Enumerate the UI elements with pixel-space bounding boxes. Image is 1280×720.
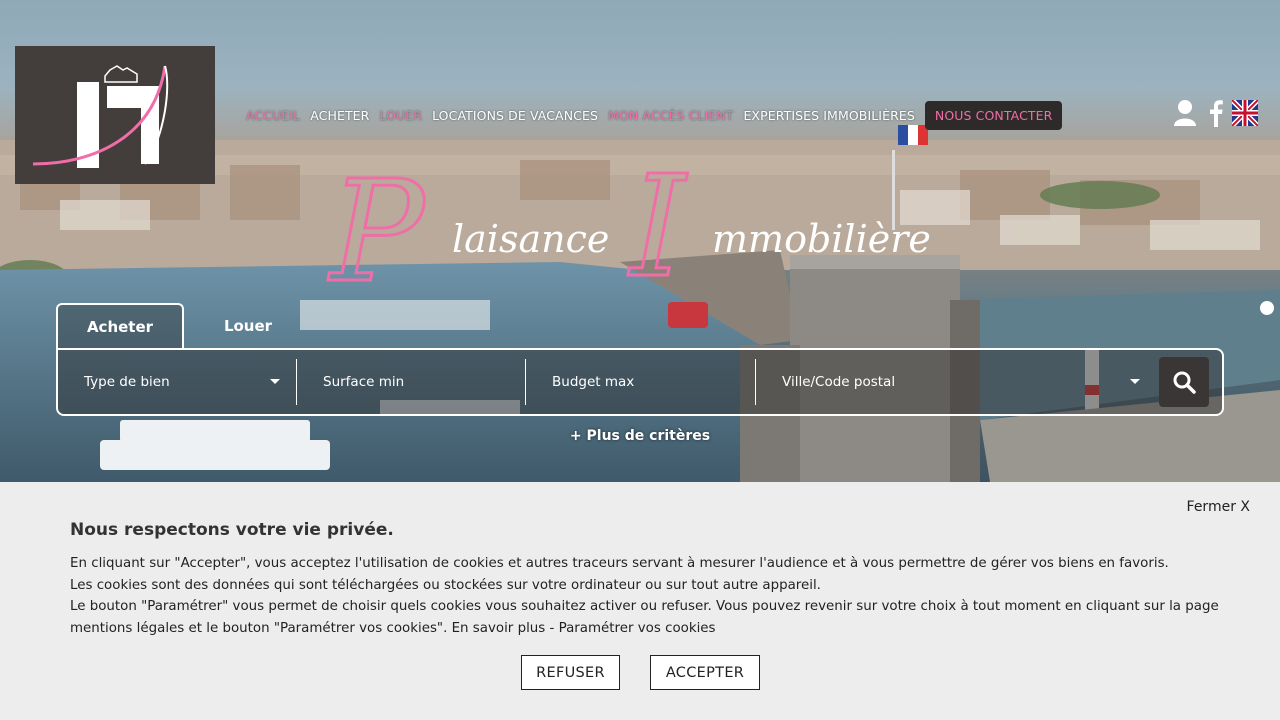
cookie-banner: Fermer X Nous respectons votre vie privé… bbox=[0, 482, 1280, 720]
search-bar: Type de bien Surface min Budget max Vill… bbox=[56, 348, 1224, 416]
budget-max-input[interactable]: Budget max bbox=[526, 359, 755, 405]
surface-min-input[interactable]: Surface min bbox=[297, 359, 525, 405]
svg-text:laisance: laisance bbox=[452, 217, 609, 261]
svg-text:mmobilière: mmobilière bbox=[712, 217, 931, 261]
search-tabs: Acheter Louer bbox=[56, 303, 312, 348]
cookie-text-line: Le bouton "Paramétrer" vous permet de ch… bbox=[70, 599, 1219, 637]
property-type-select[interactable]: Type de bien bbox=[58, 359, 296, 405]
cookie-title: Nous respectons votre vie privée. bbox=[70, 520, 394, 540]
tab-acheter[interactable]: Acheter bbox=[56, 303, 184, 348]
svg-text:I: I bbox=[627, 146, 688, 309]
svg-text:P: P bbox=[327, 151, 427, 314]
property-type-label: Type de bien bbox=[84, 374, 170, 390]
refuse-button[interactable]: REFUSER bbox=[521, 655, 620, 690]
close-button[interactable]: Fermer X bbox=[1187, 499, 1250, 515]
tab-louer[interactable]: Louer bbox=[184, 303, 312, 348]
surface-min-label: Surface min bbox=[323, 374, 405, 390]
more-criteria-link[interactable]: + Plus de critères bbox=[570, 428, 710, 444]
city-select[interactable]: Ville/Code postal bbox=[756, 359, 1149, 405]
chevron-down-icon bbox=[270, 379, 280, 384]
hero-banner: ACCUEIL ACHETER LOUER LOCATIONS DE VACAN… bbox=[0, 0, 1280, 482]
search-icon bbox=[1173, 371, 1196, 394]
accept-button[interactable]: ACCEPTER bbox=[650, 655, 760, 690]
cookie-text-line: En cliquant sur "Accepter", vous accepte… bbox=[70, 556, 1169, 571]
city-label: Ville/Code postal bbox=[782, 374, 896, 390]
scroll-indicator[interactable] bbox=[1260, 301, 1274, 315]
budget-max-label: Budget max bbox=[552, 374, 635, 390]
cookie-text-line: Les cookies sont des données qui sont té… bbox=[70, 577, 821, 593]
cookie-text: En cliquant sur "Accepter", vous accepte… bbox=[70, 553, 1220, 640]
search-button[interactable] bbox=[1159, 357, 1209, 407]
chevron-down-icon bbox=[1130, 379, 1140, 384]
more-criteria-row: + Plus de critères bbox=[0, 428, 1280, 444]
cookie-buttons: REFUSER ACCEPTER bbox=[521, 655, 760, 690]
